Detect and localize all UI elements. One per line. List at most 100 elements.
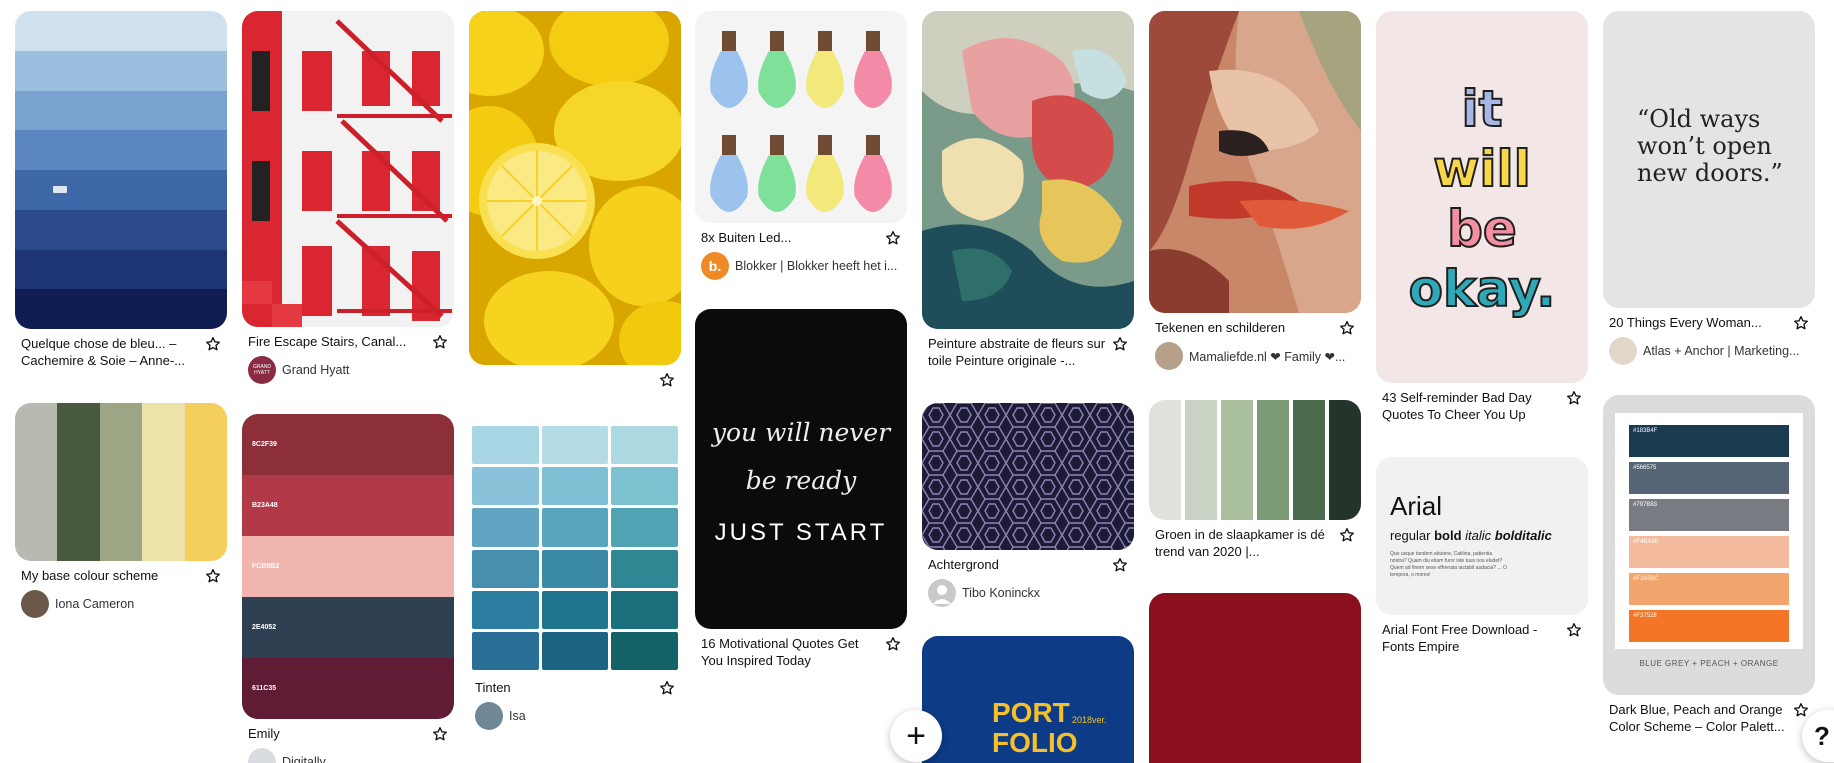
star-icon[interactable] (432, 726, 448, 742)
pin-image-led-bulbs[interactable] (695, 11, 907, 223)
color-swatch (541, 508, 609, 547)
pin-card[interactable]: Achtergrond Tibo Koninckx (922, 403, 1134, 607)
star-icon[interactable] (1566, 390, 1582, 406)
star-icon[interactable] (205, 568, 221, 584)
pin-title[interactable]: Peinture abstraite de fleurs sur toile P… (928, 335, 1128, 369)
pin-title[interactable]: 8x Buiten Led... (701, 229, 901, 246)
color-swatch: #F2A56C (1629, 573, 1789, 605)
star-icon[interactable] (205, 336, 221, 352)
pin-title[interactable]: My base colour scheme (21, 567, 221, 584)
pin-image-base-colours[interactable] (15, 403, 227, 561)
palette-card: #183B4F #566575 #797B83 #F4BA9E #F2A56C #F375… (1615, 413, 1803, 649)
bulb-cap (770, 135, 784, 155)
star-icon[interactable] (885, 636, 901, 652)
star-icon[interactable] (659, 680, 675, 696)
color-swatch (541, 631, 609, 670)
color-swatch (611, 631, 678, 670)
okay-word: okay. (1408, 259, 1557, 319)
pin-title[interactable]: Achtergrond (928, 556, 1128, 573)
pin-card[interactable]: it will be okay. 43 Self-reminder Bad Da… (1376, 11, 1588, 423)
star-icon[interactable] (432, 334, 448, 350)
pin-card[interactable] (469, 11, 681, 395)
pin-image-tinten[interactable] (469, 423, 681, 673)
star-icon[interactable] (1566, 622, 1582, 638)
pin-card[interactable]: Tekenen en schilderen Mamaliefde.nl ❤ Fa… (1149, 11, 1361, 370)
pin-title[interactable]: Fire Escape Stairs, Canal... (248, 333, 448, 350)
pin-card[interactable]: you will never be ready JUST START 16 Mo… (695, 309, 907, 669)
pin-title[interactable]: Groen in de slaapkamer is dé trend van 2… (1155, 526, 1355, 560)
color-code: 8C2F39 (252, 441, 277, 448)
pin-image-just-start[interactable]: you will never be ready JUST START (695, 309, 907, 629)
pin-image-blue-wall[interactable] (15, 11, 227, 329)
pin-author[interactable]: Mamaliefde.nl ❤ Family ❤... (1155, 342, 1355, 370)
star-icon[interactable] (1112, 336, 1128, 352)
pin-card[interactable]: Fire Escape Stairs, Canal... GRAND HYATT… (242, 11, 454, 384)
star-icon[interactable] (885, 230, 901, 246)
create-pin-button[interactable]: + (890, 710, 942, 762)
avatar (475, 702, 503, 730)
pin-author[interactable]: b. Blokker | Blokker heeft het i... (701, 252, 901, 280)
pin-card[interactable] (1149, 593, 1361, 763)
pin-card[interactable]: Tinten Isa (469, 423, 681, 730)
pin-image-dark-red[interactable] (1149, 593, 1361, 763)
pin-image-lemons[interactable] (469, 11, 681, 365)
fire-escape-illustration (242, 11, 454, 327)
color-swatch (15, 50, 227, 91)
pin-title[interactable]: Tekenen en schilderen (1155, 319, 1355, 336)
color-swatch (1149, 400, 1181, 520)
pin-image-fire-escape[interactable] (242, 11, 454, 327)
pin-title[interactable]: Emily (248, 725, 448, 742)
star-icon[interactable] (1793, 702, 1809, 718)
portfolio-line: FOLIO (992, 727, 1078, 758)
color-swatch (472, 549, 539, 588)
star-icon[interactable] (1793, 315, 1809, 331)
star-icon[interactable] (1339, 527, 1355, 543)
color-code: 611C35 (252, 685, 277, 692)
palette-caption: BLUE GREY + PEACH + ORANGE (1639, 659, 1779, 668)
pin-title[interactable]: 16 Motivational Quotes Get You Inspired … (701, 635, 901, 669)
pin-author[interactable]: Digitally (248, 748, 448, 763)
color-code: FCB9B2 (252, 563, 280, 570)
pin-title[interactable]: Dark Blue, Peach and Orange Color Scheme… (1609, 701, 1809, 735)
pin-author[interactable]: Atlas + Anchor | Marketing... (1609, 337, 1809, 365)
pin-title[interactable]: 43 Self-reminder Bad Day Quotes To Cheer… (1382, 389, 1582, 423)
pin-image-pattern[interactable] (922, 403, 1134, 550)
pin-author[interactable]: Isa (475, 702, 675, 730)
pin-title[interactable]: Arial Font Free Download - Fonts Empire (1382, 621, 1582, 655)
pin-image-arial-font[interactable]: Arial regular bold italic bolditalic Quo… (1376, 457, 1588, 615)
color-swatch (15, 249, 227, 290)
font-style-bold: bold (1434, 528, 1466, 543)
pin-image-it-will-be-okay[interactable]: it will be okay. (1376, 11, 1588, 383)
pin-author[interactable]: GRAND HYATT Grand Hyatt (248, 356, 448, 384)
pin-card[interactable]: 8x Buiten Led... b. Blokker | Blokker he… (695, 11, 907, 280)
pin-author[interactable]: Tibo Koninckx (928, 579, 1128, 607)
star-icon[interactable] (659, 372, 675, 388)
avatar (248, 748, 276, 763)
pin-title[interactable]: 20 Things Every Woman... (1609, 314, 1809, 331)
pin-image-peach-palette[interactable]: #183B4F #566575 #797B83 #F4BA9E #F2A56C #F375… (1603, 395, 1815, 695)
pin-title[interactable]: Tinten (475, 679, 675, 696)
pin-image-portfolio[interactable]: PORT FOLIO 2018ver. (922, 636, 1134, 763)
pin-card[interactable]: Peinture abstraite de fleurs sur toile P… (922, 11, 1134, 369)
font-sample-title: Arial (1390, 491, 1443, 521)
pin-author[interactable]: Iona Cameron (21, 590, 221, 618)
pin-card[interactable]: Arial regular bold italic bolditalic Quo… (1376, 457, 1588, 655)
star-icon[interactable] (1339, 320, 1355, 336)
pin-image-emily-palette[interactable]: 8C2F39 B23A48 FCB9B2 2E4052 611C35 (242, 414, 454, 719)
pin-image-greens-palette[interactable] (1149, 400, 1361, 520)
pin-image-old-ways[interactable]: “Old ways won’t open new doors.” (1603, 11, 1815, 308)
pin-card[interactable]: Groen in de slaapkamer is dé trend van 2… (1149, 400, 1361, 560)
pin-image-kiss-painting[interactable] (1149, 11, 1361, 313)
pin-card[interactable]: “Old ways won’t open new doors.” 20 Thin… (1603, 11, 1815, 365)
color-code: B23A48 (252, 502, 278, 509)
pin-card[interactable]: My base colour scheme Iona Cameron (15, 403, 227, 618)
color-swatch: #566575 (1629, 462, 1789, 494)
pin-title[interactable]: Quelque chose de bleu... – Cachemire & S… (21, 335, 221, 369)
pin-card[interactable]: PORT FOLIO 2018ver. (922, 636, 1134, 763)
pin-image-abstract-flowers[interactable] (922, 11, 1134, 329)
pin-card[interactable]: #183B4F #566575 #797B83 #F4BA9E #F2A56C #F375… (1603, 395, 1815, 735)
color-swatch (15, 403, 58, 561)
pin-card[interactable]: 8C2F39 B23A48 FCB9B2 2E4052 611C35 Emily Dig… (242, 414, 454, 763)
pin-card[interactable]: Quelque chose de bleu... – Cachemire & S… (15, 11, 227, 369)
star-icon[interactable] (1112, 557, 1128, 573)
